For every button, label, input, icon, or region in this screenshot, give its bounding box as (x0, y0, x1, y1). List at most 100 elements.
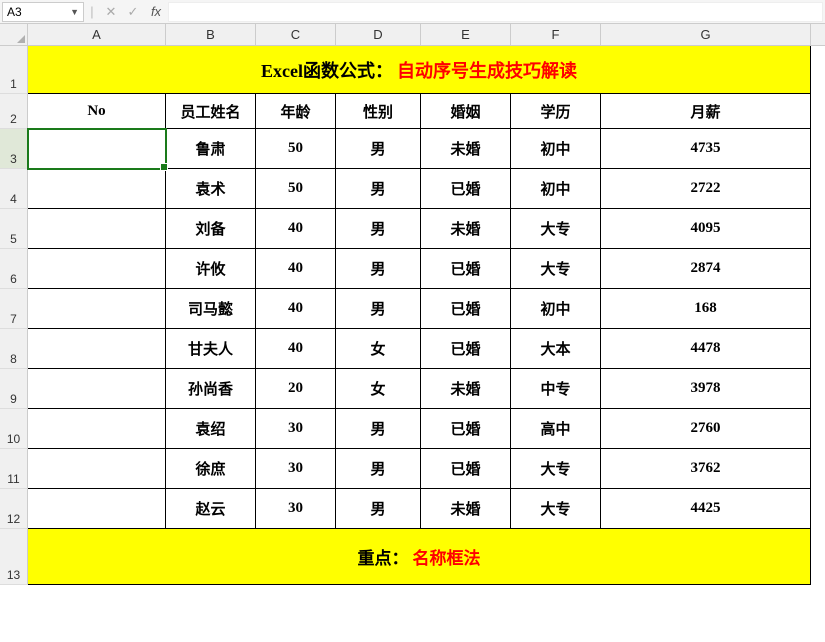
cell-gender[interactable]: 男 (336, 169, 421, 209)
col-header-A[interactable]: A (28, 24, 166, 45)
cell-salary[interactable]: 3762 (601, 449, 811, 489)
cell-no[interactable] (28, 209, 166, 249)
cell-edu[interactable]: 大本 (511, 329, 601, 369)
cell-salary[interactable]: 168 (601, 289, 811, 329)
cell-salary[interactable]: 4095 (601, 209, 811, 249)
cell-no[interactable] (28, 249, 166, 289)
cell-age[interactable]: 30 (256, 409, 336, 449)
row-header-3[interactable]: 3 (0, 129, 28, 169)
cell-name[interactable]: 刘备 (166, 209, 256, 249)
cell-edu[interactable]: 初中 (511, 169, 601, 209)
cell-edu[interactable]: 中专 (511, 369, 601, 409)
cell-no[interactable] (28, 169, 166, 209)
row-header-2[interactable]: 2 (0, 94, 28, 129)
cell-no[interactable] (28, 369, 166, 409)
cell-no[interactable] (28, 129, 166, 169)
cell-marriage[interactable]: 已婚 (421, 169, 511, 209)
cell-age[interactable]: 50 (256, 169, 336, 209)
cell-edu[interactable]: 大专 (511, 449, 601, 489)
row-header-13[interactable]: 13 (0, 529, 28, 585)
cell-salary[interactable]: 2722 (601, 169, 811, 209)
name-box[interactable]: A3 ▼ (2, 2, 84, 22)
row-header-10[interactable]: 10 (0, 409, 28, 449)
name-box-dropdown-icon[interactable]: ▼ (70, 7, 79, 17)
header-salary[interactable]: 月薪 (601, 94, 811, 129)
cell-marriage[interactable]: 未婚 (421, 489, 511, 529)
cell-edu[interactable]: 初中 (511, 129, 601, 169)
col-header-C[interactable]: C (256, 24, 336, 45)
col-header-E[interactable]: E (421, 24, 511, 45)
row-header-6[interactable]: 6 (0, 249, 28, 289)
cell-gender[interactable]: 女 (336, 369, 421, 409)
header-no[interactable]: No (28, 94, 166, 129)
row-header-8[interactable]: 8 (0, 329, 28, 369)
cell-no[interactable] (28, 489, 166, 529)
cell-gender[interactable]: 男 (336, 409, 421, 449)
cell-name[interactable]: 孙尚香 (166, 369, 256, 409)
cell-salary[interactable]: 2874 (601, 249, 811, 289)
fx-icon[interactable]: fx (144, 4, 168, 19)
cell-age[interactable]: 40 (256, 209, 336, 249)
cell-no[interactable] (28, 289, 166, 329)
cell-edu[interactable]: 初中 (511, 289, 601, 329)
row-header-7[interactable]: 7 (0, 289, 28, 329)
col-header-F[interactable]: F (511, 24, 601, 45)
cell-name[interactable]: 徐庶 (166, 449, 256, 489)
row-header-5[interactable]: 5 (0, 209, 28, 249)
cell-salary[interactable]: 2760 (601, 409, 811, 449)
cell-name[interactable]: 赵云 (166, 489, 256, 529)
cell-name[interactable]: 甘夫人 (166, 329, 256, 369)
select-all-corner[interactable] (0, 24, 28, 45)
row-header-4[interactable]: 4 (0, 169, 28, 209)
cell-salary[interactable]: 3978 (601, 369, 811, 409)
cell-marriage[interactable]: 已婚 (421, 249, 511, 289)
cell-marriage[interactable]: 未婚 (421, 129, 511, 169)
cell-marriage[interactable]: 已婚 (421, 289, 511, 329)
header-marriage[interactable]: 婚姻 (421, 94, 511, 129)
row-header-12[interactable]: 12 (0, 489, 28, 529)
cell-no[interactable] (28, 409, 166, 449)
cell-gender[interactable]: 男 (336, 489, 421, 529)
cell-name[interactable]: 司马懿 (166, 289, 256, 329)
cell-age[interactable]: 20 (256, 369, 336, 409)
cell-age[interactable]: 30 (256, 449, 336, 489)
cell-gender[interactable]: 男 (336, 289, 421, 329)
cell-age[interactable]: 50 (256, 129, 336, 169)
cell-marriage[interactable]: 已婚 (421, 329, 511, 369)
col-header-G[interactable]: G (601, 24, 811, 45)
cell-marriage[interactable]: 已婚 (421, 449, 511, 489)
cell-gender[interactable]: 男 (336, 209, 421, 249)
cell-edu[interactable]: 大专 (511, 249, 601, 289)
cell-no[interactable] (28, 449, 166, 489)
cell-marriage[interactable]: 未婚 (421, 209, 511, 249)
header-gender[interactable]: 性别 (336, 94, 421, 129)
cell-name[interactable]: 袁绍 (166, 409, 256, 449)
cell-age[interactable]: 40 (256, 329, 336, 369)
col-header-D[interactable]: D (336, 24, 421, 45)
row-header-1[interactable]: 1 (0, 46, 28, 94)
cell-salary[interactable]: 4735 (601, 129, 811, 169)
cell-gender[interactable]: 男 (336, 129, 421, 169)
header-name[interactable]: 员工姓名 (166, 94, 256, 129)
formula-input[interactable] (168, 2, 823, 22)
cell-edu[interactable]: 大专 (511, 489, 601, 529)
cell-name[interactable]: 鲁肃 (166, 129, 256, 169)
cell-age[interactable]: 40 (256, 249, 336, 289)
col-header-B[interactable]: B (166, 24, 256, 45)
row-header-9[interactable]: 9 (0, 369, 28, 409)
cell-gender[interactable]: 女 (336, 329, 421, 369)
cell-salary[interactable]: 4425 (601, 489, 811, 529)
cell-name[interactable]: 许攸 (166, 249, 256, 289)
cell-age[interactable]: 40 (256, 289, 336, 329)
cell-edu[interactable]: 高中 (511, 409, 601, 449)
cell-gender[interactable]: 男 (336, 449, 421, 489)
cell-edu[interactable]: 大专 (511, 209, 601, 249)
cell-no[interactable] (28, 329, 166, 369)
cell-gender[interactable]: 男 (336, 249, 421, 289)
header-edu[interactable]: 学历 (511, 94, 601, 129)
row-header-11[interactable]: 11 (0, 449, 28, 489)
footer-cell[interactable]: 重点：名称框法 (28, 529, 811, 585)
cell-marriage[interactable]: 未婚 (421, 369, 511, 409)
cell-salary[interactable]: 4478 (601, 329, 811, 369)
cell-marriage[interactable]: 已婚 (421, 409, 511, 449)
